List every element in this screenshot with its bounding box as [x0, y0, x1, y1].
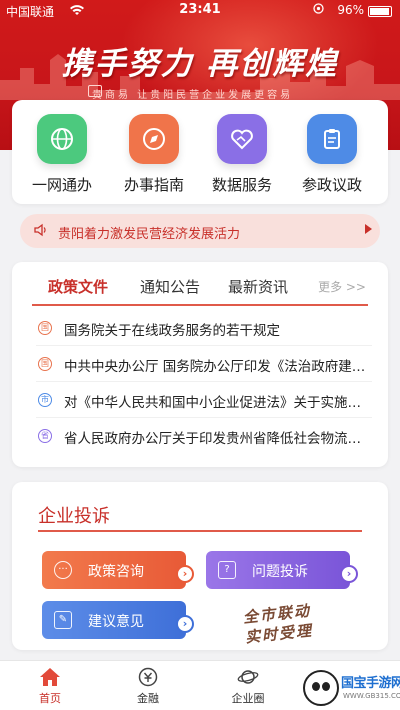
service-guide[interactable]: 办事指南	[112, 114, 196, 195]
tab-notices[interactable]: 通知公告	[140, 276, 200, 297]
news-tabs: 政策文件 通知公告 最新资讯 更多 >>	[32, 276, 368, 306]
news-card: 政策文件 通知公告 最新资讯 更多 >> 国 国务院关于在线政务服务的若干规定 …	[12, 262, 388, 467]
watermark-name: 国宝手游网	[341, 676, 400, 691]
service-label: 一网通办	[31, 176, 92, 194]
news-item[interactable]: 国 中共中央办公厅 国务院办公厅印发《法治政府建设实施纲要》	[36, 346, 372, 382]
news-title: 对《中华人民共和国中小企业促进法》关于实施情况的检查	[64, 395, 366, 411]
section-title: 企业投诉	[38, 506, 110, 527]
play-arrow-icon	[365, 224, 372, 234]
chevron-right-icon: ›	[176, 615, 194, 633]
button-label: 问题投诉	[252, 564, 308, 580]
service-politics[interactable]: 参政议政	[290, 114, 374, 195]
button-label: 政策咨询	[88, 564, 144, 580]
tab-label: 企业圈	[231, 692, 265, 705]
site-watermark: 国宝手游网 WWW.GB315.COM	[303, 670, 400, 706]
chevron-right-icon: ›	[176, 565, 194, 583]
news-title: 国务院关于在线政务服务的若干规定	[64, 323, 280, 339]
chevron-right-icon: ›	[340, 565, 358, 583]
clipboard-icon	[307, 114, 357, 164]
complaint-icon: ?	[218, 561, 236, 579]
service-label: 数据服务	[211, 176, 272, 194]
speaker-icon	[34, 223, 48, 237]
tab-home[interactable]: 首页	[20, 667, 80, 706]
panda-logo-icon	[303, 670, 339, 706]
services-card: 一网通办 办事指南 数据服务 参政议政	[12, 100, 388, 204]
battery-icon	[368, 6, 392, 17]
more-link[interactable]: 更多 >>	[318, 278, 366, 295]
globe-icon	[37, 114, 87, 164]
suggestion-button[interactable]: ✎ 建议意见 ›	[42, 601, 194, 639]
finance-icon	[137, 667, 159, 687]
service-online-affairs[interactable]: 一网通办	[20, 114, 104, 195]
button-label: 建议意见	[88, 614, 144, 630]
tab-label: 金融	[137, 692, 159, 705]
service-label: 办事指南	[123, 176, 184, 194]
badge-icon: 省	[38, 429, 52, 443]
tab-policy-documents[interactable]: 政策文件	[48, 276, 108, 297]
news-item[interactable]: 国 国务院关于在线政务服务的若干规定	[36, 310, 372, 346]
policy-consult-button[interactable]: ··· 政策咨询 ›	[42, 551, 194, 589]
badge-icon: 国	[38, 321, 52, 335]
announcement-text: 贵阳着力激发民营经济发展活力	[58, 227, 241, 242]
edit-icon: ✎	[54, 611, 72, 629]
tab-label: 首页	[39, 692, 61, 705]
status-bar: 中国联通 23:41 96%	[0, 0, 400, 22]
news-item[interactable]: 市 对《中华人民共和国中小企业促进法》关于实施情况的检查	[36, 382, 372, 418]
banner-slogan: 携手努力 再创辉煌	[61, 46, 339, 82]
compass-icon	[129, 114, 179, 164]
planet-icon	[237, 667, 259, 687]
complaint-button[interactable]: ? 问题投诉 ›	[206, 551, 358, 589]
service-label: 参政议政	[301, 176, 362, 194]
watermark-url: WWW.GB315.COM	[343, 692, 400, 700]
badge-icon: 市	[38, 393, 52, 407]
badge-icon: 国	[38, 357, 52, 371]
announcement-bar[interactable]: 贵阳着力激发民营经济发展活力	[20, 214, 380, 248]
chat-icon: ···	[54, 561, 72, 579]
news-title: 省人民政府办公厅关于印发贵州省降低社会物流成本的通知	[64, 431, 366, 447]
location-icon	[313, 3, 324, 17]
tab-enterprise-circle[interactable]: 企业圈	[218, 667, 278, 706]
tab-underline	[32, 304, 368, 306]
battery-percentage: 96%	[337, 3, 364, 17]
news-title: 中共中央办公厅 国务院办公厅印发《法治政府建设实施纲要》	[64, 359, 366, 375]
banner-tagline: 贵商易 让贵阳民营企业发展更容易	[92, 90, 294, 101]
tab-latest-news[interactable]: 最新资讯	[228, 276, 288, 297]
handshake-icon	[217, 114, 267, 164]
home-icon	[39, 667, 61, 687]
service-data[interactable]: 数据服务	[200, 114, 284, 195]
news-item[interactable]: 省 省人民政府办公厅关于印发贵州省降低社会物流成本的通知	[36, 418, 372, 454]
tab-finance[interactable]: 金融	[118, 667, 178, 706]
section-divider	[38, 530, 362, 532]
